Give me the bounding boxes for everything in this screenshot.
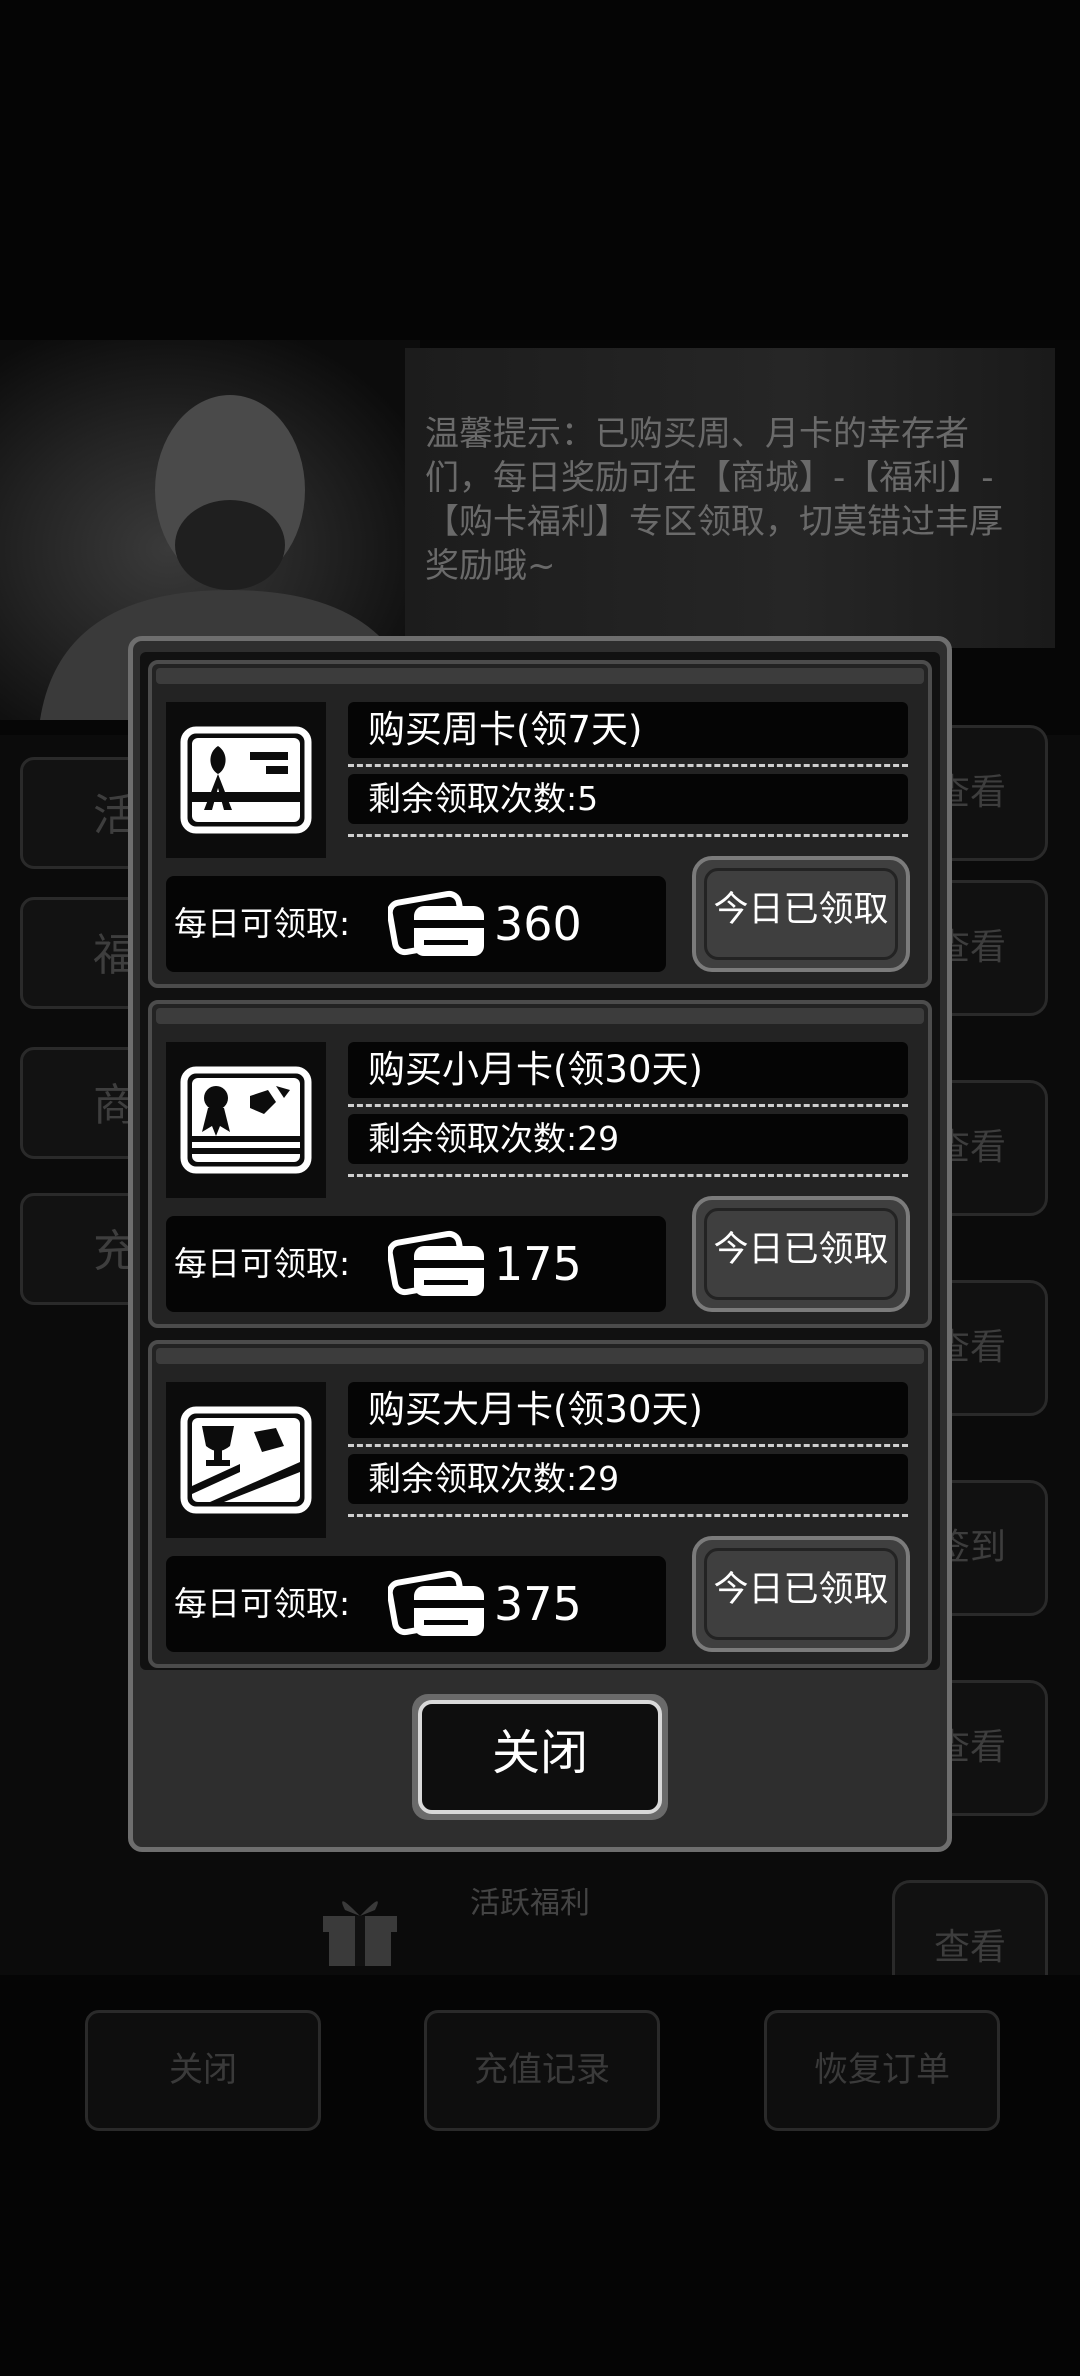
bg-recharge-records-button: 充值记录 bbox=[424, 2010, 660, 2131]
daily-reward-label: 每日可领取: bbox=[174, 1584, 351, 1623]
claimed-today-button[interactable]: 今日已领取 bbox=[692, 1536, 910, 1652]
claimed-today-label: 今日已领取 bbox=[704, 1208, 898, 1300]
card-icon-box bbox=[166, 702, 326, 858]
divider bbox=[348, 1174, 908, 1177]
divider bbox=[348, 1104, 908, 1107]
divider bbox=[348, 1514, 908, 1517]
divider bbox=[348, 1444, 908, 1447]
daily-reward: 每日可领取: 175 bbox=[166, 1216, 666, 1312]
card-header-strip bbox=[156, 668, 924, 684]
divider bbox=[348, 834, 908, 837]
daily-reward-amount: 375 bbox=[494, 1577, 582, 1631]
daily-reward-amount: 360 bbox=[494, 897, 582, 951]
card-icon-box bbox=[166, 1042, 326, 1198]
cards-currency-icon bbox=[388, 890, 484, 956]
gift-icon bbox=[315, 1880, 405, 1970]
remaining-claims: 剩余领取次数:5 bbox=[348, 774, 908, 824]
remaining-claims: 剩余领取次数:29 bbox=[348, 1114, 908, 1164]
card-title: 购买大月卡(领30天) bbox=[348, 1382, 908, 1438]
card-title: 购买周卡(领7天) bbox=[348, 702, 908, 758]
claimed-today-button[interactable]: 今日已领取 bbox=[692, 856, 910, 972]
daily-reward: 每日可领取: 375 bbox=[166, 1556, 666, 1652]
close-button[interactable]: 关闭 bbox=[412, 1694, 668, 1820]
daily-reward-label: 每日可领取: bbox=[174, 904, 351, 943]
medal-card-icon bbox=[180, 1066, 312, 1174]
card-header-strip bbox=[156, 1348, 924, 1364]
weekly-card-panel: 购买周卡(领7天) 剩余领取次数:5 每日可领取: 360 今日已领取 bbox=[148, 660, 932, 988]
small-monthly-card-panel: 购买小月卡(领30天) 剩余领取次数:29 每日可领取: 175 今日已领取 bbox=[148, 1000, 932, 1328]
daily-reward: 每日可领取: 360 bbox=[166, 876, 666, 972]
divider bbox=[348, 764, 908, 767]
bg-restore-orders-button: 恢复订单 bbox=[764, 2010, 1000, 2131]
card-icon-box bbox=[166, 1382, 326, 1538]
cards-currency-icon bbox=[388, 1570, 484, 1636]
card-header-strip bbox=[156, 1008, 924, 1024]
daily-reward-label: 每日可领取: bbox=[174, 1244, 351, 1283]
close-button-label: 关闭 bbox=[418, 1700, 662, 1814]
claimed-today-button[interactable]: 今日已领取 bbox=[692, 1196, 910, 1312]
tip-text: 温馨提示：已购买周、月卡的幸存者们，每日奖励可在【商城】-【福利】-【购卡福利】… bbox=[425, 414, 1003, 586]
daily-reward-amount: 175 bbox=[494, 1237, 582, 1291]
big-monthly-card-panel: 购买大月卡(领30天) 剩余领取次数:29 每日可领取: 375 今日已领取 bbox=[148, 1340, 932, 1668]
cards-currency-icon bbox=[388, 1230, 484, 1296]
bg-close-button: 关闭 bbox=[85, 2010, 321, 2131]
remaining-claims: 剩余领取次数:29 bbox=[348, 1454, 908, 1504]
claimed-today-label: 今日已领取 bbox=[704, 868, 898, 960]
background-top bbox=[0, 0, 1080, 340]
active-welfare-title: 活跃福利 bbox=[470, 1886, 590, 1921]
claimed-today-label: 今日已领取 bbox=[704, 1548, 898, 1640]
ribbon-card-icon bbox=[180, 726, 312, 834]
trophy-card-icon bbox=[180, 1406, 312, 1514]
card-title: 购买小月卡(领30天) bbox=[348, 1042, 908, 1098]
